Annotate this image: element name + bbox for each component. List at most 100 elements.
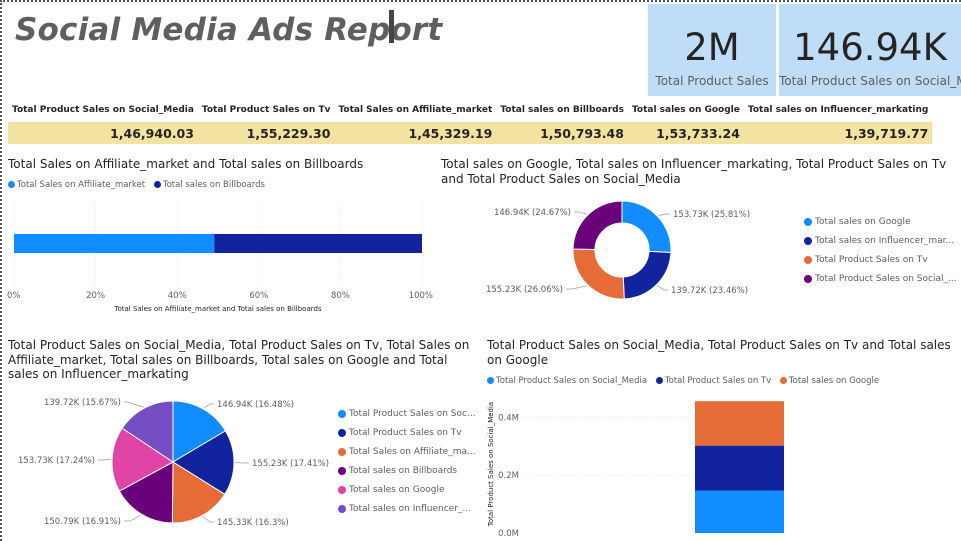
legend-swatch bbox=[153, 181, 161, 188]
legend-label: Total sales on Google bbox=[815, 217, 911, 227]
x-tick-label: 80% bbox=[331, 291, 350, 301]
legend-item[interactable]: Total Product Sales on Tv bbox=[655, 376, 772, 386]
chart4-legend[interactable]: Total Product Sales on Social_Media Tota… bbox=[487, 376, 885, 386]
pie-slice bbox=[621, 200, 672, 254]
y-tick-label: 0.4M bbox=[498, 413, 519, 423]
header-influencer[interactable]: Total sales on Influencer_markating bbox=[744, 99, 932, 122]
legend-label: Total Product Sales on Tv bbox=[815, 255, 928, 265]
legend-item[interactable]: Total Product Sales on Social_... bbox=[804, 274, 957, 293]
pie-slice bbox=[622, 250, 672, 300]
leader-line bbox=[98, 458, 112, 461]
value-affiliate: 1,45,329.19 bbox=[334, 121, 497, 144]
legend-swatch bbox=[487, 377, 494, 384]
header-social-media[interactable]: Total Product Sales on Social_Media bbox=[8, 99, 198, 122]
legend-swatch bbox=[338, 466, 346, 475]
bar-segment bbox=[695, 401, 784, 446]
title-cursor-bar bbox=[389, 10, 394, 43]
chart1-stacked-bar-plot[interactable]: 0% 20% 40% 60% 80% 100% Total Sales on Affilia… bbox=[0, 195, 440, 320]
legend-item[interactable]: Total Sales on Affiliate_ma... bbox=[338, 447, 476, 466]
data-label: 150.79K (16.91%) bbox=[44, 517, 121, 527]
x-axis-title: Total Sales on Affiliate_market and Tota… bbox=[113, 305, 322, 313]
legend-swatch bbox=[338, 504, 346, 513]
data-label: 139.72K (15.67%) bbox=[44, 398, 121, 408]
leader-line bbox=[657, 285, 668, 291]
legend-swatch bbox=[804, 236, 812, 245]
legend-label: Total sales on Billboards bbox=[162, 180, 265, 190]
header-affiliate[interactable]: Total Sales on Affiliate_market bbox=[334, 99, 496, 122]
kpi-label: Total Product Sales on Social_M... bbox=[779, 74, 961, 88]
legend-label: Total sales on Influencer_mar... bbox=[815, 236, 955, 246]
header-google[interactable]: Total sales on Google bbox=[628, 99, 744, 122]
legend-swatch bbox=[804, 255, 812, 264]
data-label: 155.23K (17.41%) bbox=[252, 459, 329, 469]
legend-swatch bbox=[804, 274, 812, 283]
legend-swatch bbox=[655, 377, 663, 384]
value-billboards: 1,50,793.48 bbox=[496, 121, 628, 144]
bar-segment bbox=[695, 490, 784, 533]
data-label: 153.73K (25.81%) bbox=[673, 210, 750, 220]
leader-line bbox=[124, 401, 144, 408]
leader-line bbox=[124, 514, 142, 522]
legend-item[interactable]: Total sales on Influencer_... bbox=[338, 504, 476, 523]
legend-swatch bbox=[338, 428, 346, 437]
legend-item[interactable]: Total Sales on Affiliate_market bbox=[8, 180, 145, 190]
leader-line bbox=[202, 516, 214, 523]
legend-item[interactable]: Total Product Sales on Tv bbox=[338, 428, 476, 447]
chart3-legend[interactable]: Total Product Sales on Soc... Total Prod… bbox=[338, 409, 476, 523]
kpi-value: 146.94K bbox=[793, 26, 947, 69]
chart1-title: Total Sales on Affiliate_market and Tota… bbox=[8, 157, 364, 171]
value-google: 1,53,733.24 bbox=[627, 121, 744, 144]
summary-value-row: 1,46,940.03 1,55,229.30 1,45,329.19 1,50… bbox=[8, 121, 933, 144]
legend-item[interactable]: Total sales on Billboards bbox=[153, 180, 265, 190]
x-tick-label: 60% bbox=[249, 291, 268, 301]
legend-swatch bbox=[338, 409, 346, 418]
legend-label: Total Sales on Affiliate_market bbox=[17, 180, 146, 190]
legend-label: Total Product Sales on Tv bbox=[664, 376, 772, 386]
kpi-card-social-media-sales[interactable]: 146.94K Total Product Sales on Social_M.… bbox=[779, 4, 961, 96]
legend-item[interactable]: Total Product Sales on Soc... bbox=[338, 409, 476, 428]
legend-label: Total sales on Google bbox=[349, 485, 445, 495]
summary-header-row: Total Product Sales on Social_Media Tota… bbox=[8, 99, 932, 122]
data-label: 155.23K (26.06%) bbox=[486, 285, 563, 295]
leader-line bbox=[574, 211, 588, 215]
chart2-title: Total sales on Google, Total sales on In… bbox=[441, 157, 947, 186]
data-label: 146.94K (24.67%) bbox=[494, 208, 571, 218]
chart2-legend[interactable]: Total sales on Google Total sales on Inf… bbox=[804, 217, 957, 293]
leader-line bbox=[203, 403, 214, 409]
chart4-stacked-column-plot[interactable]: 0.0M 0.2M 0.4MTotal Product Sales on Socia… bbox=[484, 392, 784, 541]
legend-item[interactable]: Total sales on Google bbox=[779, 376, 880, 386]
legend-item[interactable]: Total Product Sales on Tv bbox=[804, 255, 957, 274]
header-tv[interactable]: Total Product Sales on Tv bbox=[198, 99, 335, 122]
pie-slice bbox=[572, 200, 623, 250]
legend-item[interactable]: Total sales on Google bbox=[804, 217, 957, 236]
legend-item[interactable]: Total sales on Google bbox=[338, 485, 476, 504]
x-tick-label: 20% bbox=[86, 291, 105, 301]
y-tick-label: 0.2M bbox=[498, 471, 519, 481]
data-label: 146.94K (16.48%) bbox=[217, 400, 294, 410]
chart3-pie-plot[interactable]: 146.94K (16.48%) 155.23K (17.41%) 145.33K … bbox=[0, 388, 335, 536]
header-billboards[interactable]: Total sales on Billboards bbox=[496, 99, 628, 122]
legend-label: Total sales on Billboards bbox=[349, 466, 458, 476]
chart4-title: Total Product Sales on Social_Media, Tot… bbox=[487, 338, 951, 367]
leader-line bbox=[566, 285, 588, 290]
data-label: 153.73K (17.24%) bbox=[18, 456, 95, 466]
kpi-label: Total Product Sales bbox=[655, 74, 769, 88]
legend-item[interactable]: Total sales on Influencer_mar... bbox=[804, 236, 957, 255]
x-tick-label: 100% bbox=[409, 291, 433, 301]
legend-item[interactable]: Total Product Sales on Social_Media bbox=[487, 376, 647, 386]
chart1-legend[interactable]: Total Sales on Affiliate_market Total sa… bbox=[8, 180, 271, 190]
value-influencer: 1,39,719.77 bbox=[743, 121, 933, 144]
data-label: 139.72K (23.46%) bbox=[671, 286, 748, 296]
x-tick-label: 40% bbox=[168, 291, 187, 301]
legend-label: Total sales on Google bbox=[788, 376, 880, 386]
pie-slice bbox=[572, 248, 625, 300]
value-social-media: 1,46,940.03 bbox=[8, 121, 198, 144]
chart2-donut-plot[interactable]: 153.73K (25.81%) 139.72K (23.46%) 155.23K … bbox=[470, 192, 790, 310]
summary-table[interactable]: Total Product Sales on Social_Media Tota… bbox=[8, 99, 933, 144]
kpi-card-total-product-sales[interactable]: 2M Total Product Sales bbox=[648, 4, 776, 96]
report-title: Social Media Ads Report bbox=[15, 12, 443, 48]
y-tick-label: 0.0M bbox=[498, 529, 519, 539]
chart3-title: Total Product Sales on Social_Media, Tot… bbox=[8, 338, 470, 381]
legend-swatch bbox=[8, 181, 15, 188]
legend-item[interactable]: Total sales on Billboards bbox=[338, 466, 476, 485]
